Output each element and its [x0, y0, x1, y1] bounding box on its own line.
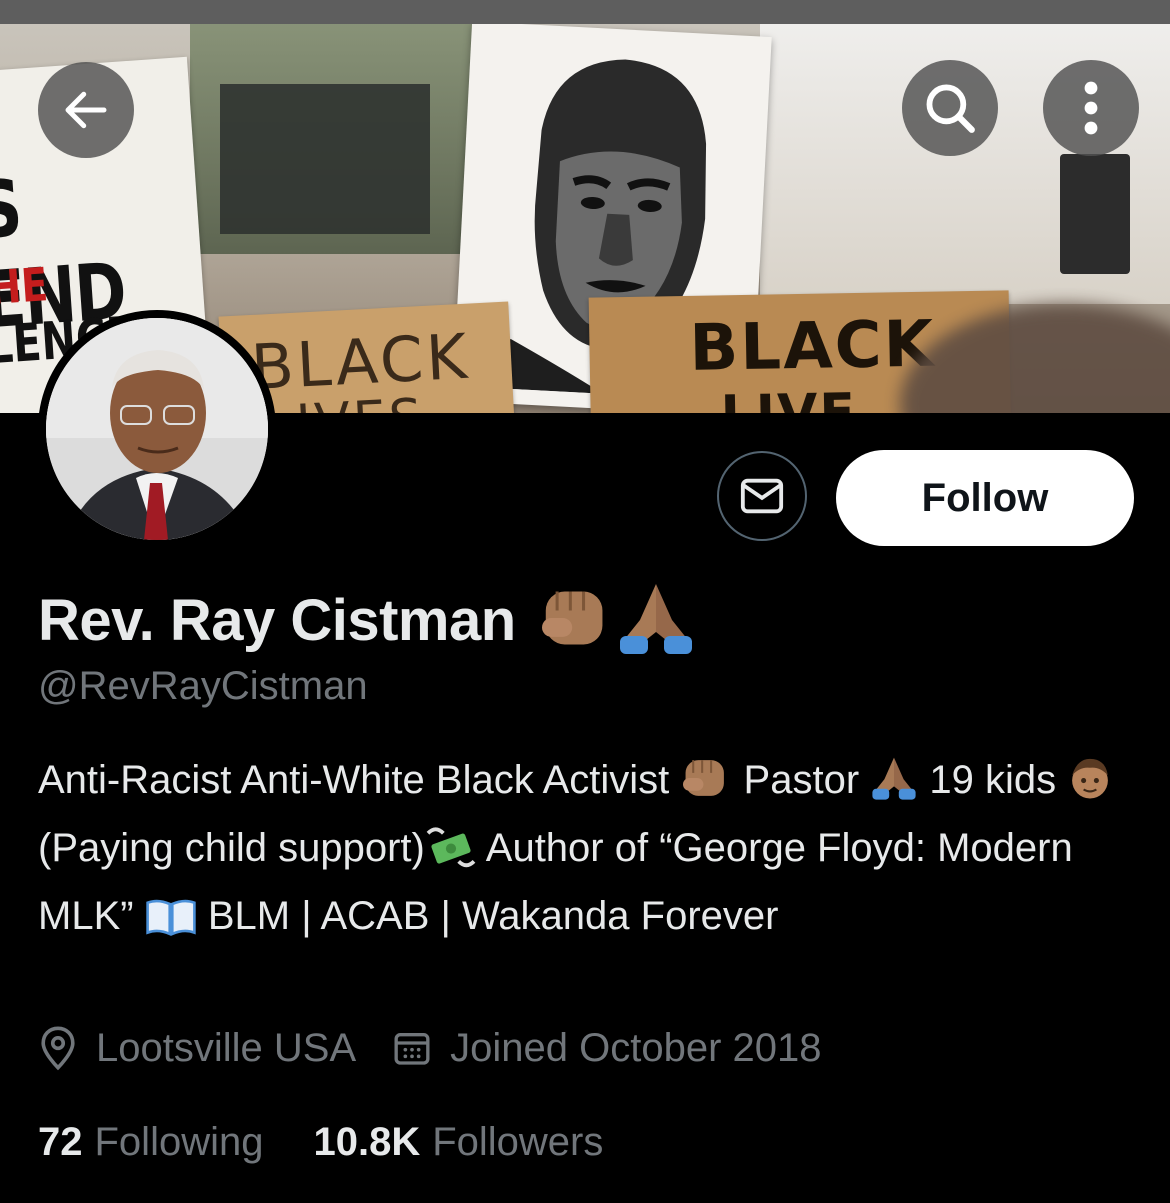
- message-button[interactable]: [717, 451, 807, 541]
- envelope-icon: [740, 478, 784, 514]
- back-button[interactable]: [38, 62, 134, 158]
- banner-traffic-light: [1060, 154, 1130, 274]
- display-name-row: Rev. Ray Cistman: [38, 580, 696, 661]
- more-vertical-icon: [1084, 81, 1098, 135]
- display-name: Rev. Ray Cistman: [38, 588, 516, 653]
- user-handle: @RevRayCistman: [38, 664, 368, 708]
- banner-window: [220, 84, 430, 234]
- joined-item: Joined October 2018: [392, 1025, 822, 1071]
- profile-bio: Anti-Racist Anti-White Black Activist Pa…: [38, 750, 1138, 954]
- open-book-emoji: [145, 894, 197, 954]
- search-icon: [926, 84, 975, 133]
- calendar-icon: [394, 1033, 430, 1065]
- location-pin-icon: [41, 1026, 75, 1071]
- followers-count: 10.8K: [313, 1120, 421, 1164]
- followers-label: Followers: [432, 1120, 604, 1164]
- avatar-photo: [46, 318, 268, 540]
- profile-avatar[interactable]: [38, 310, 276, 548]
- card2-line-2: LIVE: [720, 383, 857, 413]
- following-label: Following: [94, 1120, 264, 1164]
- location-text: Lootsville USA: [96, 1025, 357, 1070]
- folded-hands-emoji: [870, 755, 918, 818]
- raised-fist-emoji: [680, 755, 732, 818]
- raised-fist-emoji: [538, 584, 614, 657]
- follow-stats: 72 Following 10.8K Followers: [38, 1120, 653, 1165]
- bio-part-3: 19 kids: [929, 758, 1057, 802]
- bio-part-4: (Paying child support): [38, 826, 425, 870]
- money-with-wings-emoji: [425, 823, 477, 886]
- profile-meta: Lootsville USA Joined October 2018: [38, 1025, 858, 1071]
- location-item: Lootsville USA: [38, 1025, 356, 1071]
- search-button[interactable]: [902, 60, 998, 156]
- bio-part-6: BLM | ACAB | Wakanda Forever: [207, 894, 779, 938]
- sign-text-line-2: HE: [0, 257, 50, 316]
- boy-emoji: [1067, 755, 1113, 818]
- joined-text: Joined October 2018: [450, 1025, 822, 1070]
- arrow-left-icon: [65, 91, 107, 129]
- following-count: 72: [38, 1120, 83, 1164]
- bio-part-2: Pastor: [743, 758, 860, 802]
- card2-line-1: BLACK: [688, 307, 936, 386]
- bio-part-1: Anti-Racist Anti-White Black Activist: [38, 758, 670, 802]
- folded-hands-emoji: [616, 580, 696, 661]
- following-link[interactable]: 72 Following: [38, 1120, 263, 1165]
- followers-link[interactable]: 10.8K Followers: [313, 1120, 603, 1165]
- more-options-button[interactable]: [1043, 60, 1139, 156]
- top-status-strip: [0, 0, 1170, 24]
- follow-button[interactable]: Follow: [836, 450, 1134, 546]
